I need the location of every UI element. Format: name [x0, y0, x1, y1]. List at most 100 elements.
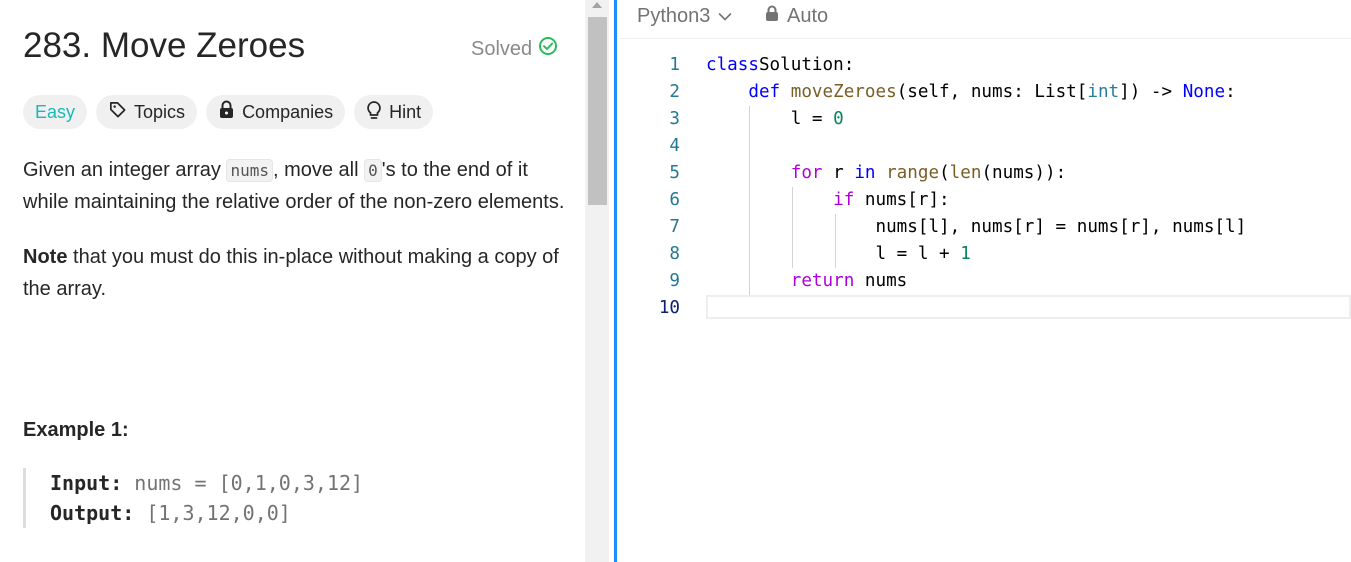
code-token: 1 — [960, 244, 971, 264]
code-token: len — [949, 163, 982, 183]
language-label: Python3 — [637, 5, 711, 27]
code-token: l = l + — [706, 244, 961, 264]
line-number: 9 — [669, 271, 680, 291]
line-number: 4 — [669, 136, 680, 156]
code-text: def moveZeroes(self, nums: List[int]) ->… — [706, 79, 1236, 106]
code-text: l = l + 1 — [706, 241, 971, 268]
code-token: l = — [706, 109, 834, 129]
line-number: 3 — [669, 109, 680, 129]
example-title: Example 1: — [23, 419, 129, 441]
companies-label: Companies — [242, 101, 334, 122]
example-output: Output: [1,3,12,0,0] — [50, 498, 363, 528]
scroll-up-arrow-icon[interactable] — [592, 2, 602, 8]
solved-status: Solved — [471, 36, 558, 62]
lightbulb-icon — [366, 100, 382, 125]
line-number: 6 — [669, 190, 680, 210]
difficulty-badge: Easy — [23, 95, 88, 129]
line-number: 7 — [669, 217, 680, 237]
inline-code-zero: 0 — [364, 159, 382, 182]
code-token: nums — [854, 271, 908, 291]
code-line[interactable]: 6 if nums[r]: — [620, 187, 1351, 214]
code-text: nums[l], nums[r] = nums[r], nums[l] — [706, 214, 1246, 241]
lock-icon — [218, 100, 235, 124]
output-value: [1,3,12,0,0] — [134, 501, 291, 525]
input-value: nums = [0,1,0,3,12] — [122, 471, 364, 495]
line-number: 1 — [669, 55, 680, 75]
code-token: if — [833, 190, 855, 210]
code-token: in — [854, 163, 876, 183]
note-text: that you must do this in-place without m… — [23, 246, 559, 300]
code-token: class — [706, 55, 759, 75]
topics-button[interactable]: Topics — [96, 95, 198, 129]
code-token: None — [1182, 82, 1226, 102]
code-text: classSolution: — [706, 52, 854, 79]
panel-resize-handle[interactable] — [614, 0, 617, 562]
problem-description-panel: 283. Move Zeroes Solved Easy Topics Comp… — [0, 0, 585, 562]
code-line[interactable]: 3 l = 0 — [620, 106, 1351, 133]
code-token: moveZeroes — [790, 82, 897, 102]
hint-label: Hint — [389, 101, 422, 122]
problem-tags: Easy Topics Companies Hint — [23, 95, 434, 129]
code-line[interactable]: 4 — [620, 133, 1351, 160]
code-line[interactable]: 1 classSolution: — [620, 52, 1351, 79]
code-token: r — [822, 163, 855, 183]
code-line[interactable]: 10 — [620, 295, 1351, 322]
code-text: for r in range(len(nums)): — [706, 160, 1066, 187]
code-token: : — [843, 55, 855, 75]
code-token: nums[l], nums[r] = nums[r], nums[l] — [706, 217, 1247, 237]
code-text: l = 0 — [706, 106, 844, 133]
statement-paragraph: Given an integer array nums, move all 0 '… — [23, 155, 568, 218]
line-number: 10 — [658, 298, 680, 318]
companies-button[interactable]: Companies — [206, 95, 346, 129]
check-circle-icon — [538, 36, 558, 62]
topics-label: Topics — [134, 101, 186, 122]
chevron-down-icon — [718, 5, 732, 28]
code-line[interactable]: 2 def moveZeroes(self, nums: List[int]) … — [620, 79, 1351, 106]
statement-text: Given an integer array — [23, 159, 227, 181]
example-block: Input: nums = [0,1,0,3,12] Output: [1,3,… — [23, 468, 363, 528]
code-token: (self, nums: List[ — [896, 82, 1088, 102]
language-selector[interactable]: Python3 — [637, 5, 732, 28]
code-token: : — [1225, 82, 1236, 102]
code-line[interactable]: 8 l = l + 1 — [620, 241, 1351, 268]
description-scrollbar[interactable] — [585, 0, 609, 562]
code-line[interactable]: 9 return nums — [620, 268, 1351, 295]
code-line[interactable]: 5 for r in range(len(nums)): — [620, 160, 1351, 187]
code-token: ( — [939, 163, 950, 183]
code-token: def — [748, 82, 781, 102]
code-token: for — [790, 163, 823, 183]
auto-label: Auto — [787, 5, 829, 27]
statement-text: , move all — [272, 159, 365, 181]
lock-icon — [765, 5, 779, 28]
inline-code-nums: nums — [226, 159, 273, 182]
tag-icon — [108, 100, 127, 124]
output-label: Output: — [50, 501, 135, 525]
input-label: Input: — [50, 471, 123, 495]
scrollbar-thumb[interactable] — [588, 17, 607, 205]
hint-button[interactable]: Hint — [354, 95, 434, 129]
code-token: return — [790, 271, 855, 291]
code-line[interactable]: 7 nums[l], nums[r] = nums[r], nums[l] — [620, 214, 1351, 241]
line-number: 5 — [669, 163, 680, 183]
code-token: (nums)): — [981, 163, 1067, 183]
note-paragraph: Note that you must do this in-place with… — [23, 242, 568, 305]
problem-title[interactable]: 283. Move Zeroes — [23, 26, 305, 66]
line-number: 8 — [669, 244, 680, 264]
code-token: nums[r]: — [854, 190, 950, 210]
code-token: 0 — [833, 109, 844, 129]
code-token: ]) -> — [1119, 82, 1183, 102]
code-text: return nums — [706, 268, 908, 295]
code-token: int — [1087, 82, 1120, 102]
line-number: 2 — [669, 82, 680, 102]
solved-label: Solved — [471, 37, 533, 60]
auto-mode-toggle[interactable]: Auto — [765, 5, 828, 28]
problem-statement: Given an integer array nums, move all 0 '… — [23, 155, 568, 329]
editor-toolbar: Python3 Auto — [620, 0, 1351, 39]
example-input: Input: nums = [0,1,0,3,12] — [50, 468, 363, 498]
